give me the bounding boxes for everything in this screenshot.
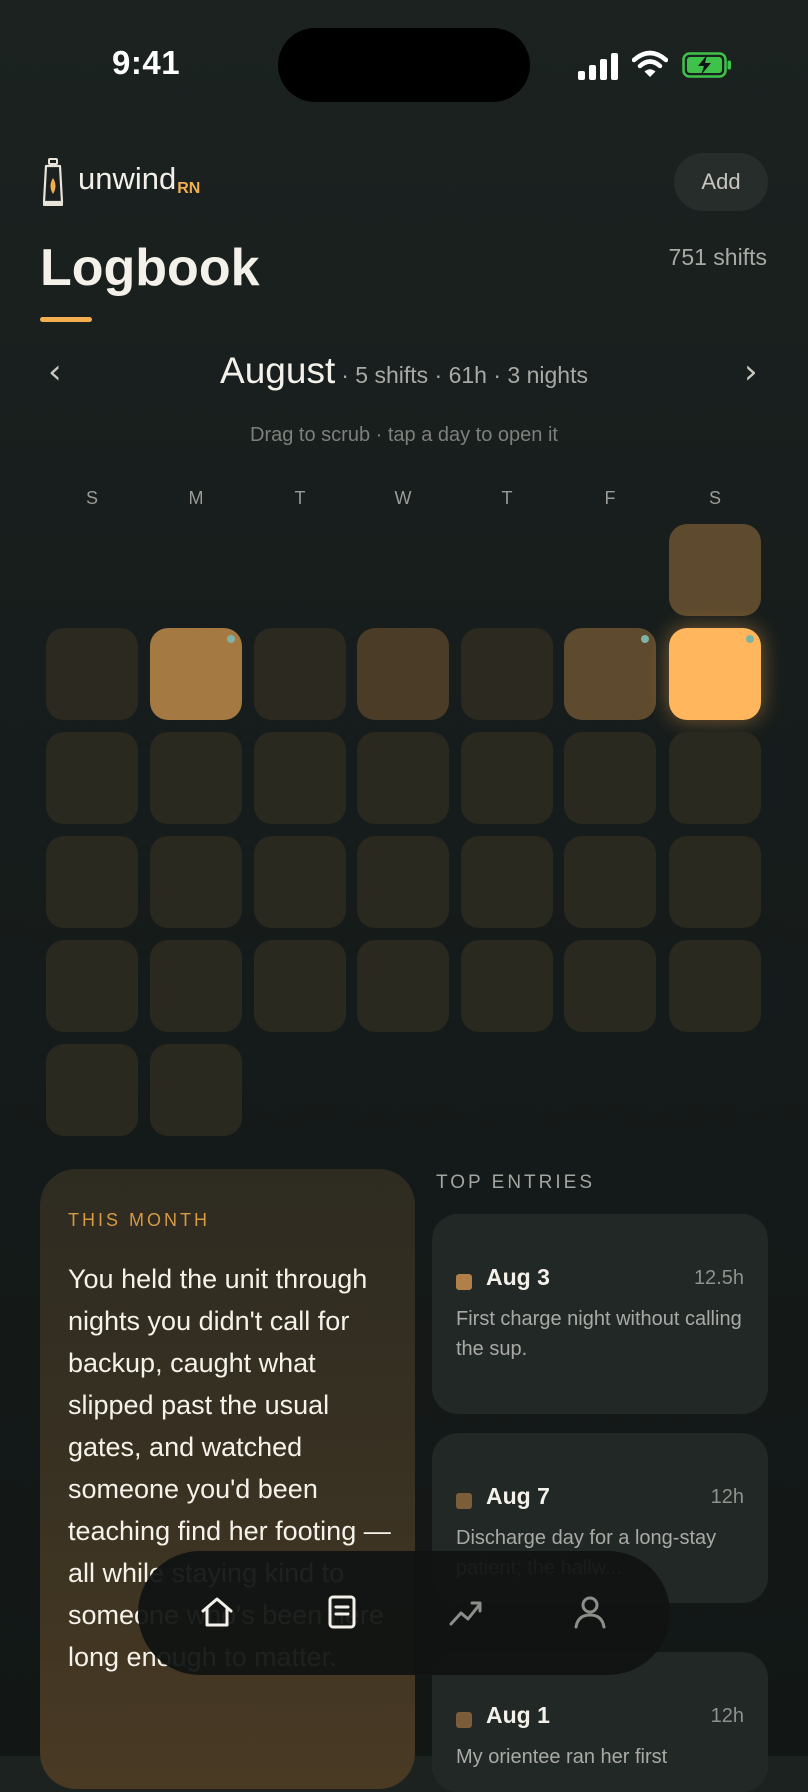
profile-icon bbox=[574, 1596, 606, 1629]
entry-date: Aug 3 bbox=[486, 1264, 550, 1290]
weekday-label: T bbox=[501, 488, 513, 508]
entry-description: My orientee ran her first bbox=[456, 1746, 668, 1768]
month-stats: · 5 shifts · 61h · 3 nights bbox=[341, 362, 588, 388]
calendar-day-3[interactable] bbox=[150, 628, 242, 720]
calendar-day-6[interactable] bbox=[461, 628, 553, 720]
tab-trends[interactable] bbox=[436, 1582, 496, 1642]
weekday-label: S bbox=[85, 488, 98, 508]
calendar-day-22[interactable] bbox=[669, 836, 761, 928]
calendar-day-9[interactable] bbox=[46, 732, 138, 824]
calendar-day-2[interactable] bbox=[46, 628, 138, 720]
weekday-label: S bbox=[708, 488, 721, 508]
next-month-button[interactable]: › bbox=[744, 352, 758, 392]
entry-color-marker bbox=[456, 1274, 472, 1290]
calendar-day-12[interactable] bbox=[357, 732, 449, 824]
status-time: 9:41 bbox=[112, 44, 181, 81]
calendar-day-16[interactable] bbox=[46, 836, 138, 928]
lantern-logo-icon bbox=[42, 158, 64, 206]
weekday-label: W bbox=[394, 488, 412, 508]
total-shifts: 751 shifts bbox=[668, 244, 767, 270]
calendar-day-20[interactable] bbox=[461, 836, 553, 928]
calendar-day-5[interactable] bbox=[357, 628, 449, 720]
calendar-day-14[interactable] bbox=[564, 732, 656, 824]
calendar-day-7[interactable] bbox=[564, 628, 656, 720]
brand-suffix: RN bbox=[177, 180, 201, 197]
weekday-label: M bbox=[188, 488, 204, 508]
signal-icon bbox=[578, 52, 618, 80]
tab-logbook[interactable] bbox=[312, 1582, 372, 1642]
title-underline bbox=[40, 317, 92, 322]
night-shift-dot bbox=[746, 635, 754, 643]
entry-color-marker bbox=[456, 1712, 472, 1728]
entry-date: Aug 1 bbox=[486, 1702, 550, 1728]
dynamic-island bbox=[278, 28, 530, 102]
entry-hours: 12h bbox=[710, 1705, 744, 1727]
calendar-day-28[interactable] bbox=[564, 940, 656, 1032]
calendar-day-26[interactable] bbox=[357, 940, 449, 1032]
wifi-icon bbox=[632, 50, 668, 77]
this-month-label: THIS MONTH bbox=[68, 1210, 210, 1230]
calendar-day-4[interactable] bbox=[254, 628, 346, 720]
calendar-day-15[interactable] bbox=[669, 732, 761, 824]
calendar-day-13[interactable] bbox=[461, 732, 553, 824]
weekday-label: F bbox=[604, 488, 616, 508]
calendar-day-11[interactable] bbox=[254, 732, 346, 824]
entry-hours: 12h bbox=[710, 1486, 744, 1508]
entry-color-marker bbox=[456, 1493, 472, 1509]
trends-icon bbox=[449, 1601, 482, 1626]
tab-home[interactable] bbox=[187, 1582, 247, 1642]
calendar-day-30[interactable] bbox=[46, 1044, 138, 1136]
calendar-day-25[interactable] bbox=[254, 940, 346, 1032]
month-header: August · 5 shifts · 61h · 3 nights bbox=[0, 350, 808, 392]
weekday-label: T bbox=[294, 488, 306, 508]
entry-description: First charge night without calling the s… bbox=[456, 1308, 742, 1360]
home-icon bbox=[201, 1597, 233, 1627]
calendar-day-31[interactable] bbox=[150, 1044, 242, 1136]
calendar-day-21[interactable] bbox=[564, 836, 656, 928]
night-shift-dot bbox=[641, 635, 649, 643]
page-title: Logbook bbox=[40, 239, 260, 297]
calendar-day-10[interactable] bbox=[150, 732, 242, 824]
battery-charging-icon bbox=[682, 52, 731, 78]
calendar-day-8-selected[interactable] bbox=[669, 628, 761, 720]
calendar-day-18[interactable] bbox=[254, 836, 346, 928]
brand-name: unwind bbox=[78, 161, 177, 196]
tab-profile[interactable] bbox=[560, 1582, 620, 1642]
calendar-day-23[interactable] bbox=[46, 940, 138, 1032]
entry-date: Aug 7 bbox=[486, 1483, 550, 1509]
calendar-hint: Drag to scrub · tap a day to open it bbox=[250, 424, 558, 446]
brand-logo: unwindRN bbox=[78, 161, 200, 198]
calendar-day-27[interactable] bbox=[461, 940, 553, 1032]
calendar-day-19[interactable] bbox=[357, 836, 449, 928]
add-button[interactable]: Add bbox=[674, 153, 768, 211]
night-shift-dot bbox=[227, 635, 235, 643]
calendar-day-24[interactable] bbox=[150, 940, 242, 1032]
calendar-day-17[interactable] bbox=[150, 836, 242, 928]
month-name: August bbox=[220, 350, 336, 391]
calendar-day-29[interactable] bbox=[669, 940, 761, 1032]
top-entries-label: TOP ENTRIES bbox=[436, 1172, 595, 1193]
entry-card[interactable]: Aug 3 12.5h First charge night without c… bbox=[432, 1214, 768, 1414]
entry-hours: 12.5h bbox=[693, 1267, 744, 1289]
calendar-day-1[interactable] bbox=[669, 524, 761, 616]
logbook-icon bbox=[328, 1595, 356, 1629]
